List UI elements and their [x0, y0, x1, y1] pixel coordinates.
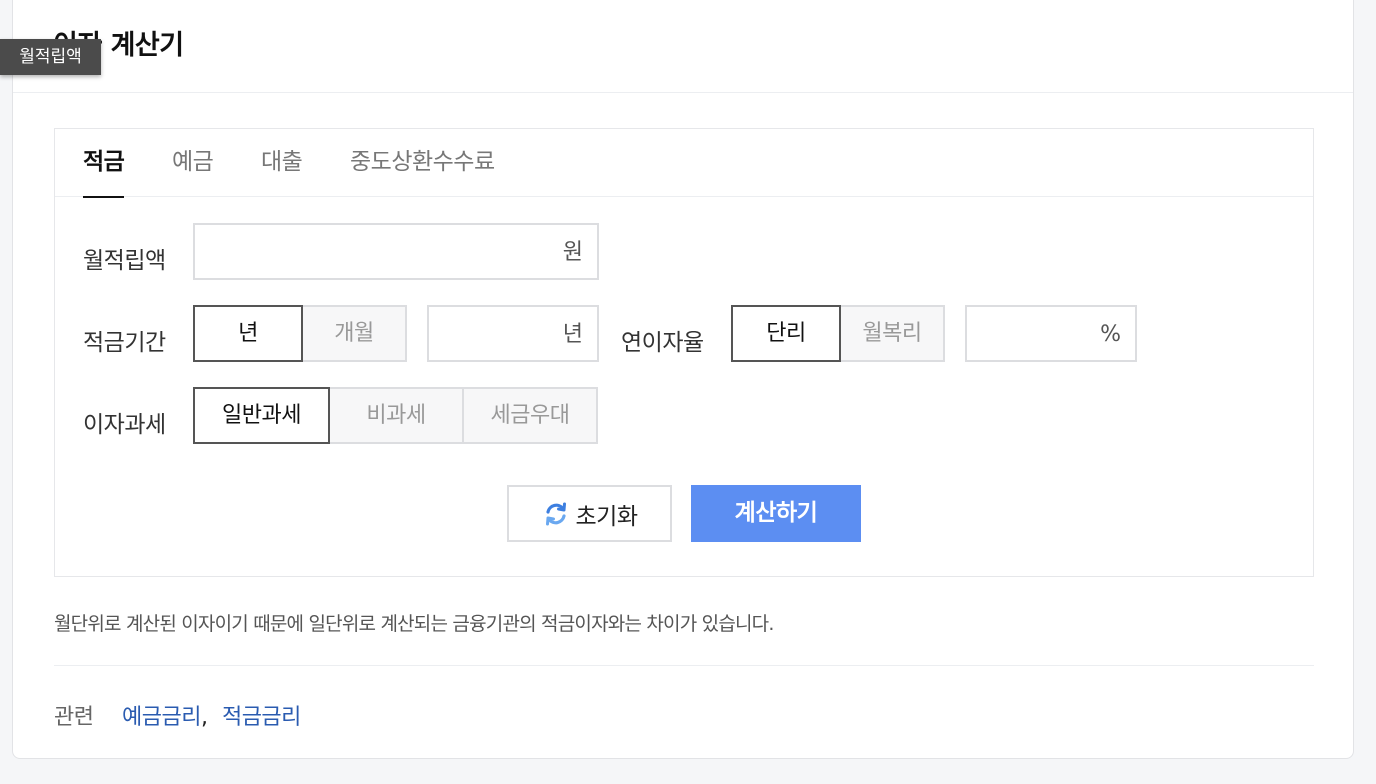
refresh-icon	[542, 500, 570, 528]
period-input[interactable]	[429, 307, 547, 360]
link-savings-rate[interactable]: 적금금리	[222, 705, 301, 730]
related-label: 관련	[54, 705, 94, 730]
link-separator: ,	[200, 705, 208, 730]
tooltip: 월적립액	[0, 39, 101, 75]
tax-label: 이자과세	[83, 412, 166, 438]
card-header: 이자 계산기	[13, 0, 1353, 93]
monthly-amount-field[interactable]: 원	[193, 223, 599, 280]
unit-year: 년	[562, 322, 583, 347]
related-links: 관련 예금금리, 적금금리	[54, 699, 301, 731]
monthly-amount-input[interactable]	[195, 225, 547, 278]
monthly-compound-toggle[interactable]: 월복리	[839, 305, 945, 362]
interest-rate-label: 연이자율	[621, 330, 704, 356]
tax-preferential-toggle[interactable]: 세금우대	[462, 387, 598, 444]
monthly-amount-label: 월적립액	[83, 248, 166, 274]
tab-deposit[interactable]: 예금	[172, 129, 214, 197]
disclaimer-note: 월단위로 계산된 이자이기 때문에 일단위로 계산되는 금융기관의 적금이자와는…	[54, 613, 774, 635]
divider	[54, 665, 1314, 666]
period-label: 적금기간	[83, 330, 166, 356]
link-deposit-rate[interactable]: 예금금리	[122, 705, 201, 730]
period-year-toggle[interactable]: 년	[193, 305, 303, 362]
period-field[interactable]: 년	[427, 305, 599, 362]
unit-percent: %	[1100, 322, 1121, 347]
reset-label: 초기화	[575, 503, 638, 530]
calculator-panel: 적금 예금 대출 중도상환수수료 월적립액 원 적금기간 년 개월 년 연이자율…	[54, 128, 1314, 577]
period-month-toggle[interactable]: 개월	[301, 305, 407, 362]
tax-exempt-toggle[interactable]: 비과세	[328, 387, 464, 444]
interest-rate-input[interactable]	[967, 307, 1085, 360]
calculator-card: 이자 계산기 적금 예금 대출 중도상환수수료 월적립액 원 적금기간 년 개월…	[12, 0, 1354, 759]
tab-loan[interactable]: 대출	[261, 129, 303, 197]
simple-interest-toggle[interactable]: 단리	[731, 305, 841, 362]
tab-bar: 적금 예금 대출 중도상환수수료	[55, 129, 1313, 198]
reset-button[interactable]: 초기화	[507, 485, 672, 542]
calculate-button[interactable]: 계산하기	[691, 485, 861, 542]
tab-prepayment-fee[interactable]: 중도상환수수료	[350, 129, 495, 197]
interest-rate-field[interactable]: %	[965, 305, 1137, 362]
tab-savings[interactable]: 적금	[83, 129, 125, 198]
unit-won: 원	[562, 240, 583, 265]
tax-general-toggle[interactable]: 일반과세	[193, 387, 330, 444]
